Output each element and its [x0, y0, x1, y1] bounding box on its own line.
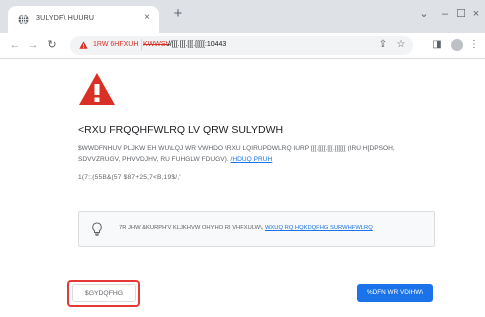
side-panel-icon[interactable]: ◨	[430, 38, 444, 52]
back-to-safety-button[interactable]: %DFN WR VDIHW\	[357, 284, 433, 302]
profile-avatar[interactable]	[451, 39, 463, 51]
learn-more-link[interactable]: /HDUQ PRUH	[231, 156, 273, 163]
enhanced-protection-box: 7R JHW &KURPH'V KLJKHVW OHYHO RI VHFXULW…	[78, 211, 435, 247]
url-separator	[141, 39, 142, 51]
info-prefix: 7R JHW &KURPH'V KLJKHVW OHYHO RI VHFXULW…	[119, 225, 265, 231]
tab-strip: 3ULYDF\ HUURU × + ⌄ – ☐ ×	[0, 0, 485, 33]
tab-title: 3ULYDF\ HUURU	[36, 15, 95, 22]
forward-arrow-icon[interactable]: →	[26, 38, 40, 52]
maximize-icon[interactable]: ☐	[453, 6, 469, 22]
new-tab-icon[interactable]: +	[170, 6, 186, 22]
enhanced-protection-link[interactable]: WXUQ RQ HQKDQFHG SURWHFWLRQ	[265, 225, 373, 231]
info-text: 7R JHW &KURPH'V KLJKHVW OHYHO RI VHFXULW…	[119, 225, 373, 231]
share-icon[interactable]: ⇪	[377, 39, 389, 51]
window-close-icon[interactable]: ×	[468, 6, 484, 22]
menu-kebab-icon[interactable]: ⋮	[467, 38, 481, 52]
url-text: ://[[[.[[[.[[[.[[[[[:10443	[166, 41, 227, 48]
danger-triangle-icon	[79, 73, 115, 105]
reload-icon[interactable]: ↻	[45, 38, 59, 52]
back-arrow-icon[interactable]: ←	[8, 38, 22, 52]
not-secure-label[interactable]: 1RW 6HFXUH	[93, 41, 138, 48]
error-code: 1(7::(55B&(57 $87+25,7<B,19$/,'	[78, 174, 181, 181]
warning-triangle-icon	[79, 41, 88, 49]
advanced-button[interactable]: $GYDQFHG	[72, 284, 136, 302]
globe-icon	[18, 14, 29, 25]
tab-close-icon[interactable]: ×	[141, 12, 153, 24]
bookmark-star-icon[interactable]: ☆	[395, 39, 407, 51]
address-bar[interactable]: 1RW 6HFXUH KWWSV ://[[[.[[[.[[[.[[[[[:10…	[70, 36, 413, 55]
warning-description: $WWDFNHUV PLJKW EH WU\LQJ WR VWHDO \RXU …	[78, 143, 438, 165]
tab-search-chevron-icon[interactable]: ⌄	[416, 6, 432, 22]
minimize-icon[interactable]: –	[437, 6, 453, 22]
browser-toolbar: ← → ↻ 1RW 6HFXUH KWWSV ://[[[.[[[.[[[.[[…	[0, 33, 485, 59]
browser-tab[interactable]: 3ULYDF\ HUURU ×	[8, 6, 159, 33]
page-heading: <RXU FRQQHFWLRQ LV QRW SULYDWH	[78, 124, 284, 136]
lightbulb-icon	[92, 222, 102, 236]
